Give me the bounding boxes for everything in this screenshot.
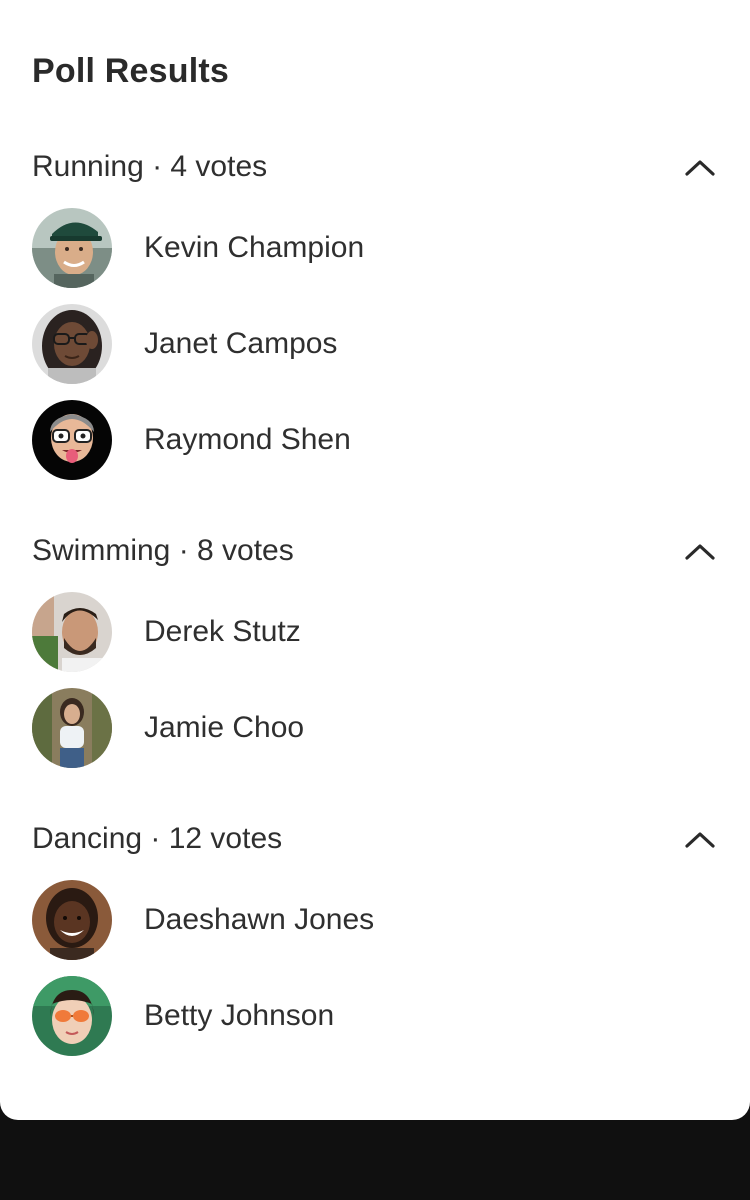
avatar [32,592,112,672]
voter-row[interactable]: Kevin Champion [32,208,718,288]
chevron-up-icon[interactable] [682,821,718,857]
avatar [32,304,112,384]
section-header-swimming[interactable]: Swimming · 8 votes [32,528,718,574]
voter-row[interactable]: Jamie Choo [32,688,718,768]
chevron-up-icon[interactable] [682,149,718,185]
voter-name: Janet Campos [144,327,338,360]
section-title: Swimming · 8 votes [32,534,294,567]
avatar [32,976,112,1056]
voter-name: Daeshawn Jones [144,903,375,936]
section-title: Dancing · 12 votes [32,822,283,855]
voter-row[interactable]: Raymond Shen [32,400,718,480]
voter-row[interactable]: Janet Campos [32,304,718,384]
poll-results-sheet: Poll Results Running · 4 votes Kevin Cha… [0,0,750,1120]
voter-row[interactable]: Betty Johnson [32,976,718,1056]
avatar [32,880,112,960]
section-header-running[interactable]: Running · 4 votes [32,144,718,190]
voter-name: Derek Stutz [144,615,301,648]
voter-row[interactable]: Daeshawn Jones [32,880,718,960]
voter-name: Jamie Choo [144,711,305,744]
page-title: Poll Results [32,52,230,90]
avatar [32,688,112,768]
voter-name: Kevin Champion [144,231,365,264]
voter-name: Betty Johnson [144,999,335,1032]
section-header-dancing[interactable]: Dancing · 12 votes [32,816,718,862]
avatar [32,208,112,288]
voter-row[interactable]: Derek Stutz [32,592,718,672]
section-title: Running · 4 votes [32,150,268,183]
chevron-up-icon[interactable] [682,533,718,569]
voter-name: Raymond Shen [144,423,351,456]
avatar [32,400,112,480]
